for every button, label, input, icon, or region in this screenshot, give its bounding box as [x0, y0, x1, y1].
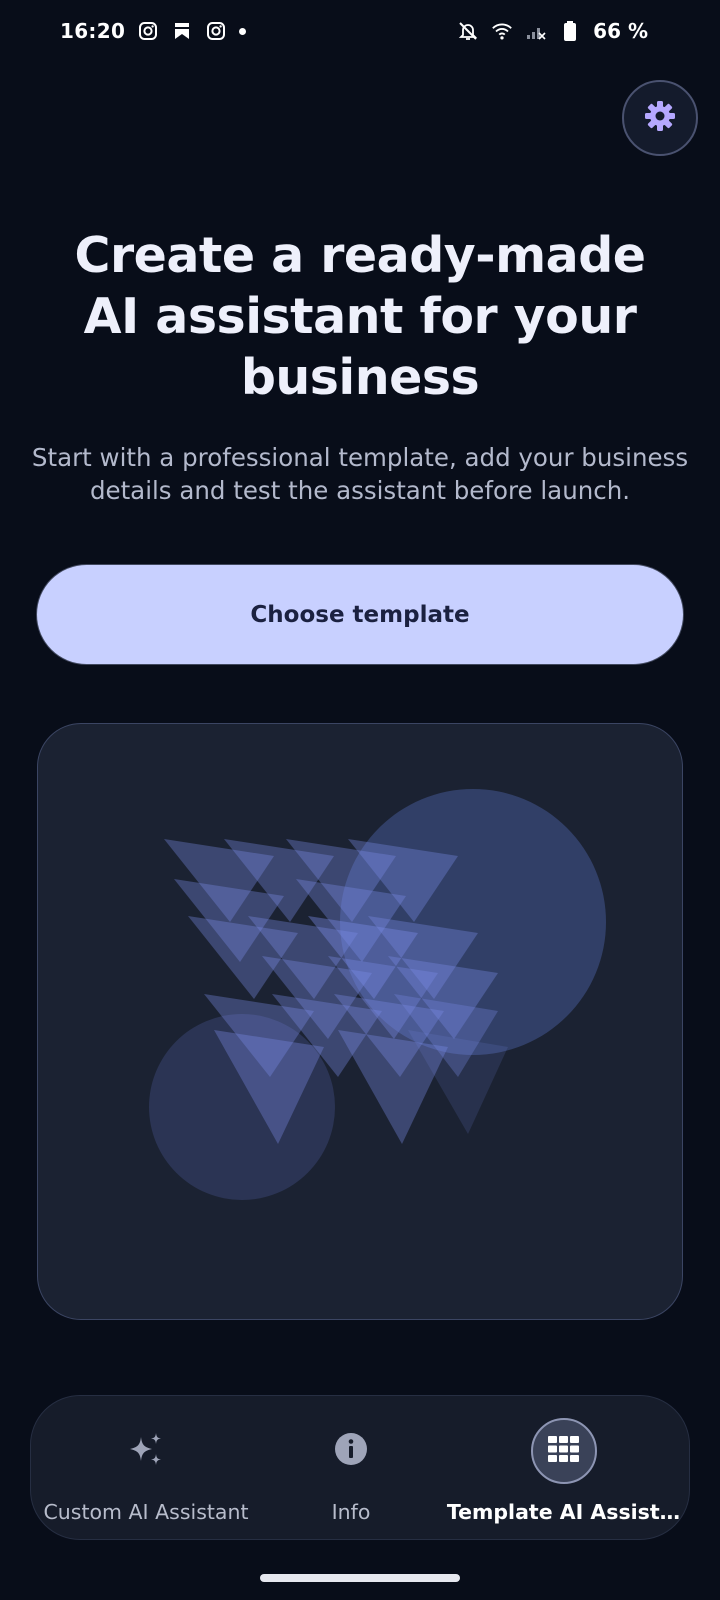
nav-template-ai-assistant[interactable]: Template AI Assist…	[447, 1396, 680, 1541]
page-title: Create a ready-made AI assistant for you…	[74, 227, 646, 406]
nav-label-template-ai-assistant: Template AI Assist…	[446, 1500, 681, 1524]
settings-button[interactable]	[622, 80, 698, 156]
info-icon	[334, 1432, 368, 1470]
instagram-icon	[137, 20, 159, 42]
screen: 16:20 66 % Create a ready-made AI assist…	[0, 0, 720, 1600]
instagram-icon	[205, 20, 227, 42]
status-right: 66 %	[457, 19, 648, 43]
gear-icon	[642, 98, 678, 138]
status-time: 16:20	[60, 19, 126, 43]
bell-off-icon	[457, 20, 479, 42]
battery-icon	[559, 20, 581, 42]
notification-dot	[239, 27, 247, 35]
illustration-card	[37, 723, 683, 1320]
signal-icon	[525, 20, 547, 42]
nav-icon-container-active	[530, 1418, 597, 1484]
nav-label-custom-ai-assistant: Custom AI Assistant	[43, 1500, 249, 1524]
grid-icon	[547, 1436, 580, 1466]
bottom-navigation: Custom AI Assistant Info Template AI Ass…	[30, 1395, 690, 1540]
page-subtitle: Start with a professional template, add …	[31, 443, 689, 505]
nav-icon-container	[318, 1418, 384, 1484]
nav-custom-ai-assistant[interactable]: Custom AI Assistant	[31, 1396, 261, 1541]
nav-icon-container	[113, 1418, 179, 1484]
sparkles-icon	[126, 1429, 166, 1473]
home-indicator[interactable]	[260, 1574, 460, 1582]
choose-template-button[interactable]: Choose template	[37, 565, 683, 664]
nav-label-info: Info	[331, 1500, 371, 1524]
status-bar: 16:20 66 %	[0, 0, 720, 62]
wifi-icon	[491, 20, 513, 42]
bookmark-icon	[171, 20, 193, 42]
abstract-triangles-illustration	[149, 789, 606, 1200]
battery-percent: 66 %	[593, 19, 648, 43]
status-left: 16:20	[60, 19, 247, 43]
nav-info[interactable]: Info	[291, 1396, 411, 1541]
